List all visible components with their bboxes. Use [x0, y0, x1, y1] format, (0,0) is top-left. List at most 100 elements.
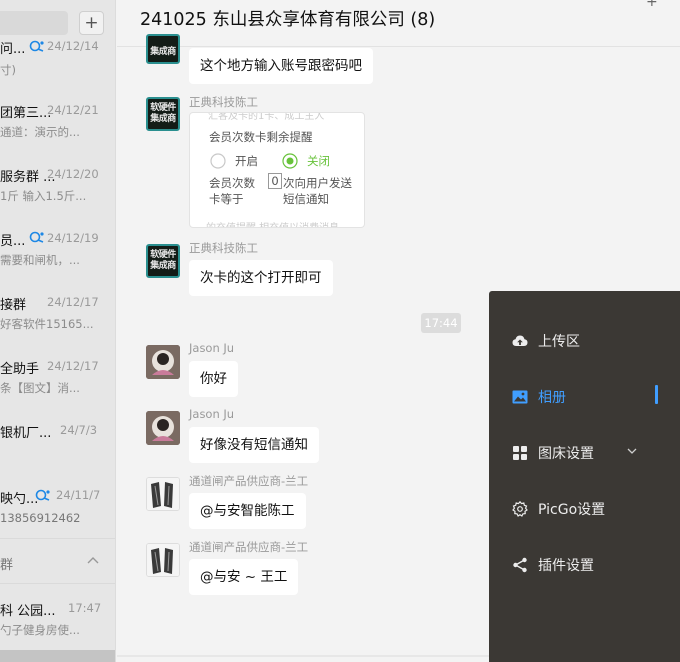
menu-item-picgo-settings[interactable]: PicGo设置 — [489, 481, 680, 537]
avatar-text: 集成商 — [150, 114, 176, 124]
image-text: 卡等于 — [209, 192, 244, 206]
avatar[interactable] — [146, 477, 180, 511]
sidebar-selected-strip — [0, 650, 115, 662]
sender-name: 通道闸产品供应商-兰工 — [189, 474, 309, 488]
mention-icon — [35, 489, 50, 501]
conversation-date: 24/12/21 — [47, 103, 99, 117]
conversation-preview: 条【图文】消... — [0, 381, 80, 395]
turnstile-avatar-icon — [147, 478, 179, 510]
conversation-item[interactable]: 团第三... 24/12/21 通道：演示的... — [0, 88, 115, 152]
conversation-item[interactable]: 全助手 24/12/17 条【图文】消... — [0, 344, 115, 408]
avatar-text: 软硬件 — [150, 103, 176, 113]
image-text: 短信通知 — [283, 192, 329, 206]
conversation-title: 映勺... — [0, 492, 39, 507]
menu-item-label: 相册 — [538, 390, 566, 406]
image-text: 次向用户发送 — [283, 176, 352, 190]
image-text: 的充值提醒 相充值以消费消息 — [206, 219, 339, 227]
sender-name: 正典科技陈工 — [189, 241, 258, 255]
avatar[interactable]: 软硬件 集成商 — [146, 244, 180, 278]
screenshot-image-message[interactable]: 汇客及卡的1卡、成工主人 会员次数卡剩余提醒 开启 关闭 会员次数 0 次向用户… — [189, 112, 365, 228]
conversation-item[interactable]: 问... 24/12/14 寸) — [0, 30, 115, 94]
conversation-date: 24/12/17 — [47, 295, 99, 309]
more-button[interactable]: + — [646, 0, 658, 10]
chat-scrollbar[interactable] — [117, 655, 489, 657]
conversation-preview: 寸) — [0, 63, 16, 77]
conversation-title: 银机厂... — [0, 426, 52, 441]
picgo-side-menu: 上传区 相册 图床设置 PicGo设置 插件设置 — [489, 291, 680, 662]
sender-name: Jason Ju — [189, 341, 235, 355]
conversation-date: 24/7/3 — [60, 423, 98, 437]
conversation-date: 24/11/7 — [56, 488, 101, 502]
menu-item-label: 图床设置 — [538, 446, 594, 462]
active-indicator — [655, 385, 658, 404]
conversation-preview: 好客软件15165... — [0, 317, 94, 331]
gear-icon — [512, 501, 528, 517]
radio-off-icon — [210, 153, 226, 169]
message-bubble[interactable]: 次卡的这个打开即可 — [189, 260, 333, 296]
group-section-label: 群 — [0, 558, 14, 573]
conversation-sidebar: + 问... 24/12/14 寸) 团第三... 24/12/21 通道：演示… — [0, 0, 116, 662]
menu-item-label: 插件设置 — [538, 558, 594, 574]
conversation-preview: 1斤 输入1.5斤... — [0, 189, 87, 203]
image-text: 关闭 — [307, 154, 330, 168]
conversation-preview: 勺子健身房使... — [0, 623, 80, 637]
message-bubble[interactable]: 你好 — [189, 361, 238, 397]
message-bubble[interactable]: 这个地方输入账号跟密码吧 — [189, 48, 373, 84]
conversation-preview: 需要和闸机，... — [0, 253, 80, 267]
menu-item-upload[interactable]: 上传区 — [489, 313, 680, 369]
message-bubble[interactable]: @与安 ~ 王工 — [189, 559, 299, 595]
conversation-preview: 13856912462 — [0, 511, 81, 525]
conversation-title: 团第三... — [0, 106, 52, 121]
conversation-title: 科 公园... — [0, 604, 56, 619]
conversation-item[interactable]: 科 公园... 17:47 勺子健身房使... — [0, 586, 115, 650]
sender-name: 通道闸产品供应商-兰工 — [189, 540, 309, 554]
conversation-item[interactable]: 映勺... 24/11/7 13856912462 — [0, 472, 115, 536]
image-icon — [512, 390, 528, 404]
message-bubble[interactable]: @与安智能陈工 — [189, 493, 306, 529]
avatar[interactable] — [146, 411, 180, 445]
time-divider: 17:44 — [421, 313, 461, 333]
conversation-title: 问... — [0, 42, 26, 57]
menu-item-album[interactable]: 相册 — [489, 369, 680, 425]
grid-icon — [513, 446, 527, 460]
conversation-item[interactable]: 接群 24/12/17 好客软件15165... — [0, 280, 115, 344]
share-icon — [513, 557, 527, 573]
menu-item-image-host-settings[interactable]: 图床设置 — [489, 425, 680, 481]
avatar-text: 集成商 — [150, 261, 176, 271]
group-section-header[interactable]: 群 — [0, 538, 115, 584]
conversation-preview: 通道：演示的... — [0, 125, 80, 139]
avatar-text: 软硬件 — [150, 250, 176, 260]
avatar[interactable] — [146, 345, 180, 379]
avatar[interactable] — [146, 543, 180, 577]
person-avatar-icon — [146, 345, 180, 379]
menu-item-label: PicGo设置 — [538, 502, 606, 518]
sender-name: Jason Ju — [189, 407, 235, 421]
conversation-title: 员... — [0, 234, 26, 249]
avatar-text: 集成商 — [150, 46, 176, 57]
image-text: 会员次数卡剩余提醒 — [209, 130, 313, 144]
chat-header: 241025 东山县众享体育有限公司 (8) + — [117, 0, 680, 47]
chevron-up-icon[interactable] — [86, 553, 100, 567]
cloud-upload-icon — [512, 335, 528, 346]
turnstile-avatar-icon — [147, 544, 179, 576]
message-bubble[interactable]: 好像没有短信通知 — [189, 427, 319, 463]
mention-icon — [29, 231, 44, 243]
image-text: 会员次数 — [209, 176, 255, 190]
conversation-date: 24/12/14 — [47, 39, 99, 53]
conversation-date: 24/12/19 — [47, 231, 99, 245]
conversation-item[interactable]: 银机厂... 24/7/3 — [0, 408, 115, 472]
mention-icon — [29, 40, 44, 52]
conversation-date: 24/12/17 — [47, 359, 99, 373]
avatar[interactable]: 软硬件 集成商 — [146, 97, 180, 131]
menu-item-label: 上传区 — [538, 334, 580, 350]
conversation-item[interactable]: 员... 24/12/19 需要和闸机，... — [0, 216, 115, 280]
chat-title: 241025 东山县众享体育有限公司 (8) — [140, 10, 436, 30]
chevron-down-icon — [627, 448, 637, 454]
image-text: 0 — [268, 173, 282, 189]
conversation-item[interactable]: 服务群 ... 24/12/20 1斤 输入1.5斤... — [0, 152, 115, 216]
conversation-date: 24/12/20 — [47, 167, 99, 181]
menu-item-plugin-settings[interactable]: 插件设置 — [489, 537, 680, 593]
avatar[interactable]: 集成商 — [146, 34, 180, 64]
image-text: 汇客及卡的1卡、成工主人 — [208, 112, 325, 122]
conversation-title: 接群 — [0, 298, 27, 313]
